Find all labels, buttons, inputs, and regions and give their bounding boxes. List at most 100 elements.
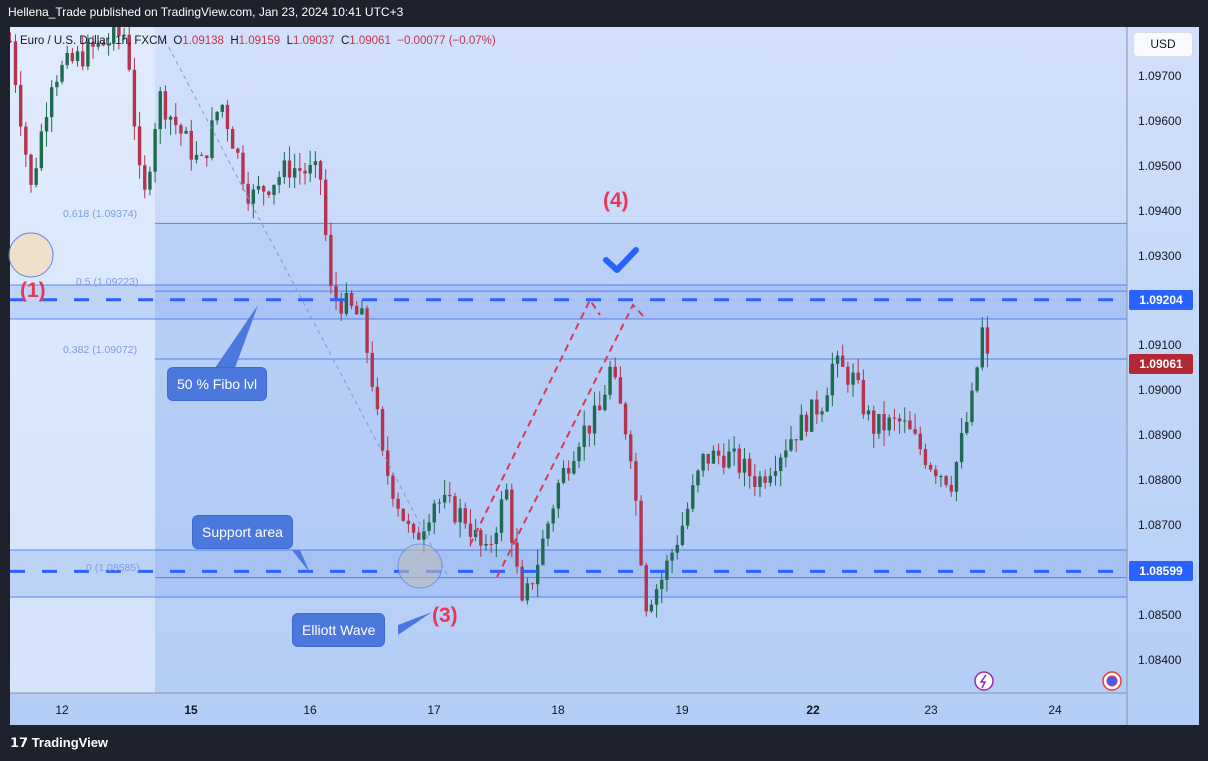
candle-body <box>959 433 964 463</box>
price-tick: 1.09500 <box>1138 158 1182 173</box>
candle-body <box>825 395 829 412</box>
candle-body <box>153 129 157 172</box>
candle-body <box>737 448 742 473</box>
price-tick: 1.09300 <box>1138 248 1182 263</box>
candle-body <box>313 161 318 166</box>
fib-label-0618: 0.618 (1.09374) <box>63 208 138 220</box>
candle-body <box>908 420 912 430</box>
candle-body <box>499 499 504 533</box>
candle-body <box>158 91 162 130</box>
candle-body <box>727 451 731 468</box>
time-tick: 12 <box>55 703 69 717</box>
candle-body <box>184 130 188 134</box>
candle-body <box>370 352 374 387</box>
candle-body <box>670 552 674 561</box>
candle-body <box>691 485 695 509</box>
candle-body <box>391 475 395 499</box>
candle-body <box>934 469 938 477</box>
candle-body <box>39 131 44 169</box>
candle-body <box>437 502 442 504</box>
candle-body <box>660 579 664 590</box>
candle-body <box>380 409 385 451</box>
candle-body <box>541 538 545 565</box>
candle-body <box>282 160 287 178</box>
candle-body <box>768 475 773 483</box>
currency-button[interactable]: USD <box>1133 32 1193 57</box>
candle-body <box>928 464 933 470</box>
candle-body <box>970 390 974 422</box>
candle-body <box>179 125 183 134</box>
candle-body <box>174 116 178 126</box>
candle-body <box>572 461 576 474</box>
candle-body <box>649 604 654 612</box>
candle-body <box>510 489 514 543</box>
candle-body <box>654 589 659 605</box>
close-value: 1.09061 <box>349 35 391 47</box>
time-tick: 16 <box>303 703 317 717</box>
candle-body <box>494 532 499 545</box>
price-tick: 1.09000 <box>1138 383 1182 398</box>
symbol-legend: Euro / U.S. Dollar, 1h, FXCM O1.09138 H1… <box>20 35 496 47</box>
wave-1-label: (1) <box>20 279 46 302</box>
symbol-name[interactable]: Euro / U.S. Dollar, 1h, FXCM <box>20 35 167 47</box>
candle-body <box>851 372 855 385</box>
candle-body <box>603 394 607 411</box>
lightning-icon <box>974 671 994 691</box>
candle-body <box>246 183 250 204</box>
candle-body <box>861 379 866 415</box>
price-tag: 1.09204 <box>1129 289 1193 310</box>
time-tick: 17 <box>427 703 441 717</box>
candle-body <box>887 417 891 431</box>
candle-body <box>841 355 845 367</box>
resistance-zone <box>10 285 1127 319</box>
candle-body <box>308 165 312 174</box>
candle-body <box>220 104 225 112</box>
candle-body <box>75 51 80 62</box>
candle-body <box>846 366 850 385</box>
candle-body <box>809 399 814 432</box>
candle-body <box>856 372 860 380</box>
support-zone <box>10 550 1127 597</box>
candle-body <box>525 583 530 601</box>
candle-body <box>365 308 369 353</box>
fib-label-0382: 0.382 (1.09072) <box>63 344 138 356</box>
candle-body <box>577 446 581 462</box>
candle-body <box>685 508 690 526</box>
candle-body <box>732 448 736 452</box>
change-value: −0.00077 (−0.07%) <box>397 35 496 47</box>
candle-body <box>742 458 747 473</box>
wave-3-circle <box>397 543 443 589</box>
candle-body <box>205 155 209 159</box>
candle-body <box>784 450 788 458</box>
candle-body <box>877 414 881 434</box>
candle-body <box>318 161 323 180</box>
support-callout[interactable]: Support area <box>192 515 293 549</box>
candle-body <box>680 525 685 545</box>
candle-body <box>225 104 230 130</box>
candle-body <box>696 470 700 486</box>
price-tick: 1.09600 <box>1138 113 1182 128</box>
elliott-callout[interactable]: Elliott Wave <box>292 613 386 647</box>
candle-body <box>292 168 297 178</box>
candle-body <box>758 476 762 488</box>
candle-body <box>148 171 152 190</box>
candle-body <box>944 476 948 485</box>
candle-body <box>835 355 840 364</box>
candle-body <box>236 148 240 153</box>
candle-body <box>251 189 256 204</box>
candle-body <box>81 51 85 67</box>
candle-body <box>582 425 586 447</box>
candle-body <box>18 85 23 127</box>
candle-body <box>241 152 245 184</box>
candle-body <box>303 170 307 174</box>
time-tick: 22 <box>806 703 820 717</box>
tradingview-logo[interactable]: 𝟭𝟳 TradingView <box>10 735 108 751</box>
candle-body <box>65 52 69 66</box>
fibo-callout[interactable]: 50 % Fibo lvl <box>167 367 268 401</box>
price-tick: 1.08400 <box>1138 652 1182 667</box>
candle-body <box>55 81 59 88</box>
candle-body <box>644 565 648 612</box>
candle-body <box>163 91 168 120</box>
candle-body <box>561 468 566 483</box>
candle-body <box>24 126 28 155</box>
